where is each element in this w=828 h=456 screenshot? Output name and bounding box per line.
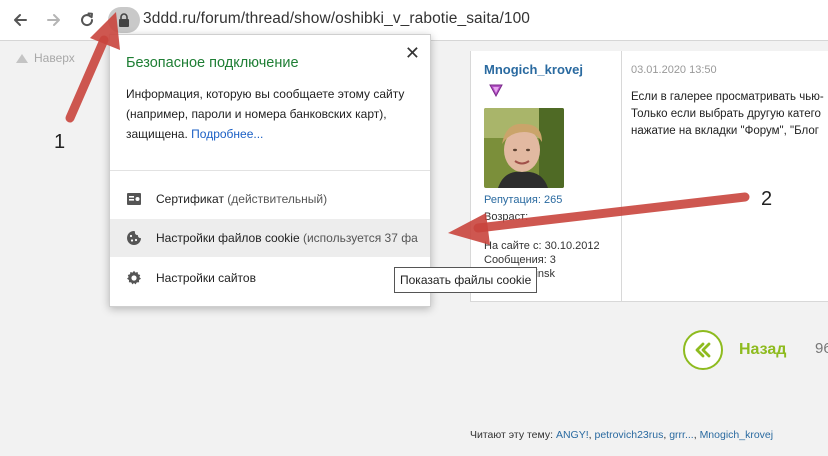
item-suffix: (используется 37 фа [302, 231, 418, 245]
url-text[interactable]: 3ddd.ru/forum/thread/show/oshibki_v_rabo… [143, 10, 530, 28]
double-chevron-left-icon[interactable] [683, 330, 723, 370]
forward-button[interactable] [42, 8, 66, 32]
lock-icon [119, 13, 129, 27]
post-text-line: Если в галерее просматривать чью- [631, 91, 824, 103]
forum-post: Mnogich_krovej Репутация: 265 Возраст: Н… [470, 51, 828, 302]
separator: , [663, 429, 667, 441]
post-text-line: Только если выбрать другую катего [631, 108, 821, 120]
address-bar[interactable]: 3ddd.ru/forum/thread/show/oshibki_v_rabo… [108, 6, 828, 34]
settings-gear-icon [127, 270, 141, 285]
certificate-item[interactable]: Сертификат (действительный) [110, 180, 430, 218]
divider [110, 170, 430, 171]
reload-icon [81, 12, 94, 27]
reload-button[interactable] [75, 8, 99, 32]
scroll-top-label: Наверх [34, 51, 75, 65]
reader-link[interactable]: grrr... [669, 429, 694, 441]
item-label: Настройки сайтов [156, 271, 256, 285]
post-body: Если в галерее просматривать чью- Только… [631, 89, 828, 140]
post-messages: Сообщения: 3 [484, 254, 556, 266]
more-link[interactable]: Подробнее... [191, 127, 263, 141]
annotation-label-2: 2 [761, 188, 773, 210]
certificate-icon [127, 193, 141, 205]
cookie-icon [127, 231, 141, 245]
scroll-top-link[interactable]: Наверх [16, 51, 75, 65]
site-settings-item[interactable]: Настройки сайтов [110, 259, 430, 297]
close-icon[interactable]: ✕ [405, 43, 420, 64]
triangle-up-icon [16, 53, 28, 63]
avatar-image [484, 108, 564, 188]
cookie-settings-label: Настройки файлов cookie (используется 37… [156, 231, 418, 245]
popup-title: Безопасное подключение [126, 55, 299, 71]
item-label: Сертификат [156, 192, 224, 206]
back-button[interactable] [8, 8, 32, 32]
site-settings-label: Настройки сайтов [156, 271, 256, 285]
readers-line: Читают эту тему: ANGY!, petrovich23rus, … [470, 429, 773, 441]
post-text-line: нажатие на вкладки "Форум", "Блог [631, 125, 819, 137]
item-label: Настройки файлов cookie [156, 231, 300, 245]
post-age: Возраст: [484, 211, 529, 223]
post-username[interactable]: Mnogich_krovej [484, 62, 583, 77]
cookie-tooltip: Показать файлы cookie [394, 267, 538, 293]
separator: , [693, 429, 697, 441]
readers-label: Читают эту тему: [470, 429, 554, 441]
rank-triangle-icon [489, 84, 503, 97]
post-reputation[interactable]: Репутация: 265 [484, 194, 562, 206]
reader-link[interactable]: Mnogich_krovej [700, 429, 774, 441]
popup-description-text: Информация, которую вы сообщаете этому с… [126, 87, 405, 141]
forward-icon [47, 14, 60, 26]
certificate-label: Сертификат (действительный) [156, 192, 327, 206]
page-number[interactable]: 96 [815, 340, 828, 357]
site-info-popup: ✕ Безопасное подключение Информация, кот… [109, 34, 431, 307]
item-suffix: (действительный) [227, 192, 328, 206]
post-author-panel: Mnogich_krovej Репутация: 265 Возраст: Н… [471, 51, 622, 301]
popup-description: Информация, которую вы сообщаете этому с… [126, 84, 416, 144]
back-pagination[interactable]: Назад [683, 330, 786, 370]
post-date: 03.01.2020 13:50 [631, 64, 717, 76]
reader-link[interactable]: ANGY! [556, 429, 589, 441]
cookie-settings-item[interactable]: Настройки файлов cookie (используется 37… [110, 219, 430, 257]
separator: , [588, 429, 592, 441]
site-info-button[interactable] [108, 7, 140, 33]
reader-link[interactable]: petrovich23rus [594, 429, 663, 441]
annotation-label-1: 1 [54, 131, 66, 153]
back-icon [14, 14, 27, 26]
post-joined: На сайте с: 30.10.2012 [484, 240, 600, 252]
back-label[interactable]: Назад [739, 341, 786, 359]
avatar[interactable] [484, 108, 564, 188]
